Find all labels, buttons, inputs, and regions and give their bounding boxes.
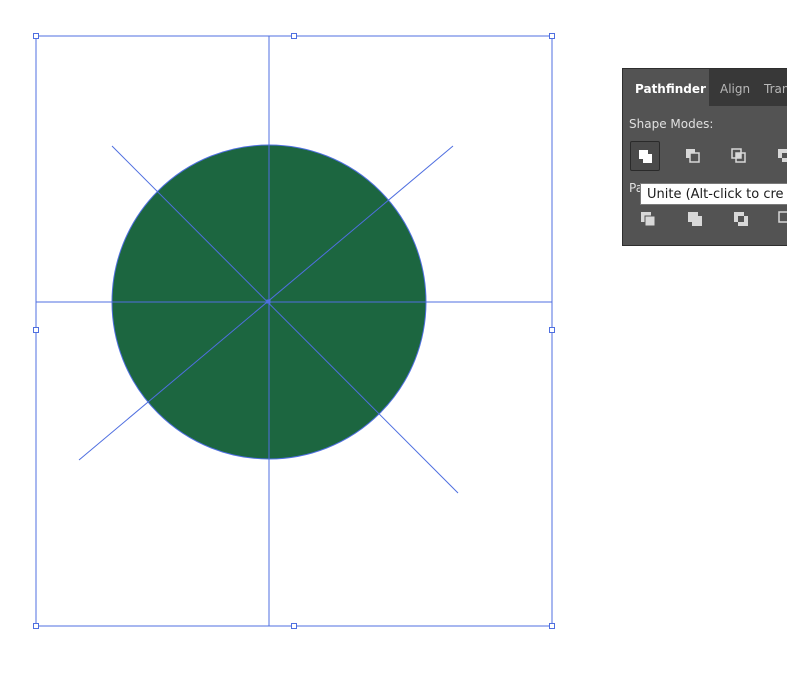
- tab-align[interactable]: Align: [720, 69, 750, 106]
- unite-button[interactable]: [630, 141, 660, 171]
- pathfinder-panel: Pathfinder Align Tran Shape Modes: Pa: [622, 68, 787, 246]
- exclude-button[interactable]: [770, 141, 787, 171]
- divide-icon: [641, 212, 656, 227]
- handle-bottom-right[interactable]: [549, 623, 555, 629]
- crop-button[interactable]: [773, 206, 787, 236]
- intersect-icon: [731, 148, 746, 163]
- minus-front-icon: [686, 149, 700, 163]
- divide-button[interactable]: [635, 206, 665, 236]
- merge-icon: [734, 212, 748, 226]
- merge-button[interactable]: [728, 206, 758, 236]
- trim-button[interactable]: [682, 206, 712, 236]
- panel-tab-bar: Pathfinder Align Tran: [623, 69, 787, 106]
- unite-tooltip: Unite (Alt-click to cre: [640, 183, 787, 205]
- tab-pathfinder[interactable]: Pathfinder: [623, 69, 709, 106]
- center-point: [266, 299, 271, 304]
- handle-middle-right[interactable]: [549, 327, 555, 333]
- exclude-icon: [778, 149, 787, 162]
- intersect-button[interactable]: [724, 141, 754, 171]
- handle-bottom-middle[interactable]: [291, 623, 297, 629]
- handle-top-right[interactable]: [549, 33, 555, 39]
- tab-transform[interactable]: Tran: [764, 69, 787, 106]
- crop-icon: [778, 211, 787, 223]
- handle-bottom-left[interactable]: [33, 623, 39, 629]
- handle-middle-left[interactable]: [33, 327, 39, 333]
- shape-modes-label: Shape Modes:: [629, 117, 714, 131]
- handle-top-left[interactable]: [33, 33, 39, 39]
- handle-top-middle[interactable]: [291, 33, 297, 39]
- minus-front-button[interactable]: [678, 141, 708, 171]
- unite-icon: [639, 150, 652, 163]
- trim-icon: [688, 212, 702, 226]
